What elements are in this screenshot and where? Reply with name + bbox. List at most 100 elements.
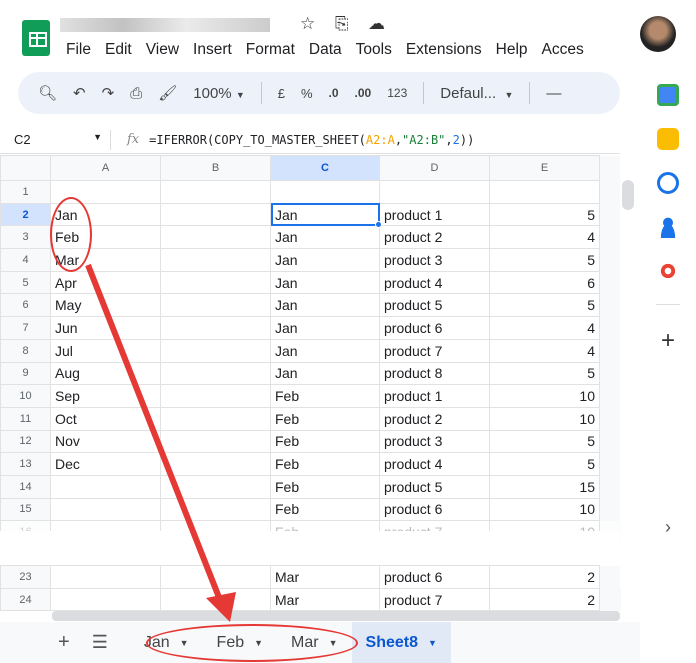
cell-a[interactable] (50, 497, 161, 522)
cell-d[interactable]: product 1 (379, 384, 490, 408)
contacts-icon[interactable] (657, 216, 679, 238)
percent-button[interactable]: % (301, 86, 313, 101)
add-addon-icon[interactable]: + (661, 327, 675, 355)
cell-b[interactable] (160, 225, 271, 250)
cell-d[interactable]: product 6 (379, 497, 490, 522)
cell-a[interactable]: Aug (50, 361, 161, 386)
formula-input[interactable]: =IFERROR(COPY_TO_MASTER_SHEET(A2:A,"A2:B… (149, 133, 474, 147)
name-box[interactable]: C2 ▼ (0, 132, 110, 147)
decrease-font-size-button[interactable]: — (546, 85, 561, 102)
cell-b[interactable] (160, 270, 271, 295)
cell-d[interactable]: product 6 (379, 316, 490, 340)
cell-c[interactable]: Jan (270, 361, 380, 386)
cell-e[interactable]: 4 (489, 316, 600, 340)
cell-e[interactable]: 10 (489, 384, 600, 408)
row-header[interactable]: 9 (0, 361, 51, 386)
search-icon[interactable]: 🔍︎ (38, 84, 57, 102)
cell-c[interactable]: Feb (270, 406, 380, 431)
cell-c[interactable]: Feb (270, 497, 380, 522)
cell-d[interactable]: product 7 (379, 338, 490, 363)
cell-b[interactable] (160, 452, 271, 476)
cell-a[interactable] (50, 474, 161, 499)
cell-d[interactable]: product 4 (379, 452, 490, 476)
column-header-a[interactable]: A (50, 155, 161, 181)
add-sheet-icon[interactable]: + (58, 631, 70, 654)
cloud-saved-icon[interactable]: ☁ (368, 14, 385, 34)
cell-b[interactable] (160, 293, 271, 318)
cell-e[interactable]: 5 (489, 202, 600, 227)
cell-a[interactable]: Sep (50, 384, 161, 408)
row-header[interactable]: 11 (0, 406, 51, 431)
chevron-right-icon[interactable]: › (665, 517, 671, 538)
menu-help[interactable]: Help (496, 41, 528, 59)
menu-extensions[interactable]: Extensions (406, 41, 482, 59)
cell-d[interactable]: product 4 (379, 270, 490, 295)
cell-d[interactable]: product 7 (379, 587, 490, 612)
cell-e[interactable]: 5 (489, 452, 600, 476)
font-select[interactable]: Defaul... ▼ (440, 85, 513, 102)
cell-e[interactable]: 5 (489, 293, 600, 318)
cell-b[interactable] (160, 338, 271, 363)
cell-c[interactable]: Jan (270, 338, 380, 363)
star-icon[interactable]: ☆ (300, 14, 315, 34)
move-folder-icon[interactable]: ⎘ (335, 14, 349, 34)
cell-b[interactable] (160, 587, 271, 612)
row-header[interactable]: 3 (0, 225, 51, 250)
cell-c[interactable]: Jan (270, 316, 380, 340)
cell-b[interactable] (160, 361, 271, 386)
menu-edit[interactable]: Edit (105, 41, 132, 59)
paint-format-icon[interactable]: 🖌︎ (158, 84, 177, 102)
all-sheets-icon[interactable]: ☰ (92, 632, 108, 653)
cell-d[interactable]: product 6 (379, 565, 490, 589)
cell-d[interactable]: product 2 (379, 406, 490, 431)
column-header-b[interactable]: B (160, 155, 271, 181)
cell-a[interactable]: Jun (50, 316, 161, 340)
row-header[interactable]: 6 (0, 293, 51, 318)
cell-a[interactable] (50, 587, 161, 612)
redo-icon[interactable]: ↷ (102, 84, 115, 102)
currency-button[interactable]: £ (278, 86, 285, 101)
cell-c[interactable]: Jan (270, 202, 380, 227)
cell-d[interactable]: product 1 (379, 202, 490, 227)
row-header[interactable]: 8 (0, 338, 51, 363)
cell-e[interactable]: 15 (489, 474, 600, 499)
cell-d[interactable]: product 3 (379, 248, 490, 272)
row-header[interactable]: 2 (0, 202, 51, 227)
column-header-e[interactable]: E (489, 155, 600, 181)
keep-icon[interactable] (657, 128, 679, 150)
menu-format[interactable]: Format (246, 41, 295, 59)
cell-b[interactable] (160, 248, 271, 272)
cell-b[interactable] (160, 497, 271, 522)
cell-e[interactable]: 2 (489, 565, 600, 589)
row-header[interactable]: 13 (0, 452, 51, 476)
menu-data[interactable]: Data (309, 41, 342, 59)
fill-handle[interactable] (375, 221, 382, 228)
cell-b[interactable] (160, 316, 271, 340)
cell-d[interactable]: product 5 (379, 474, 490, 499)
row-header[interactable]: 1 (0, 180, 51, 204)
cell-e[interactable]: 4 (489, 338, 600, 363)
cell-e[interactable]: 5 (489, 429, 600, 454)
row-header[interactable]: 23 (0, 565, 51, 589)
cell-e[interactable]: 4 (489, 225, 600, 250)
zoom-select[interactable]: 100% ▼ (193, 85, 244, 102)
column-header-c[interactable]: C (270, 155, 380, 181)
cell-c[interactable]: Feb (270, 474, 380, 499)
cell-a[interactable] (50, 565, 161, 589)
cell-e[interactable]: 5 (489, 248, 600, 272)
cell-c[interactable] (270, 180, 380, 204)
cell-a[interactable]: May (50, 293, 161, 318)
cell-b[interactable] (160, 202, 271, 227)
row-header[interactable]: 10 (0, 384, 51, 408)
cell-d[interactable]: product 2 (379, 225, 490, 250)
cell-a[interactable]: Dec (50, 452, 161, 476)
menu-tools[interactable]: Tools (356, 41, 392, 59)
cell-b[interactable] (160, 384, 271, 408)
column-header-d[interactable]: D (379, 155, 490, 181)
cell-e[interactable]: 10 (489, 406, 600, 431)
cell-d[interactable] (379, 180, 490, 204)
row-header[interactable]: 15 (0, 497, 51, 522)
cell-c[interactable]: Jan (270, 248, 380, 272)
cell-c[interactable]: Feb (270, 384, 380, 408)
cell-b[interactable] (160, 406, 271, 431)
